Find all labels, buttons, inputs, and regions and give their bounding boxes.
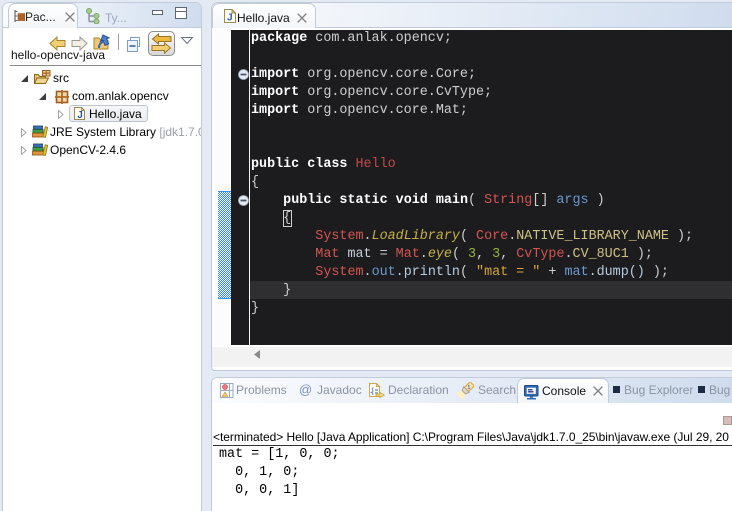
svg-text:J: J	[77, 110, 83, 120]
svg-text:J: J	[227, 13, 233, 24]
